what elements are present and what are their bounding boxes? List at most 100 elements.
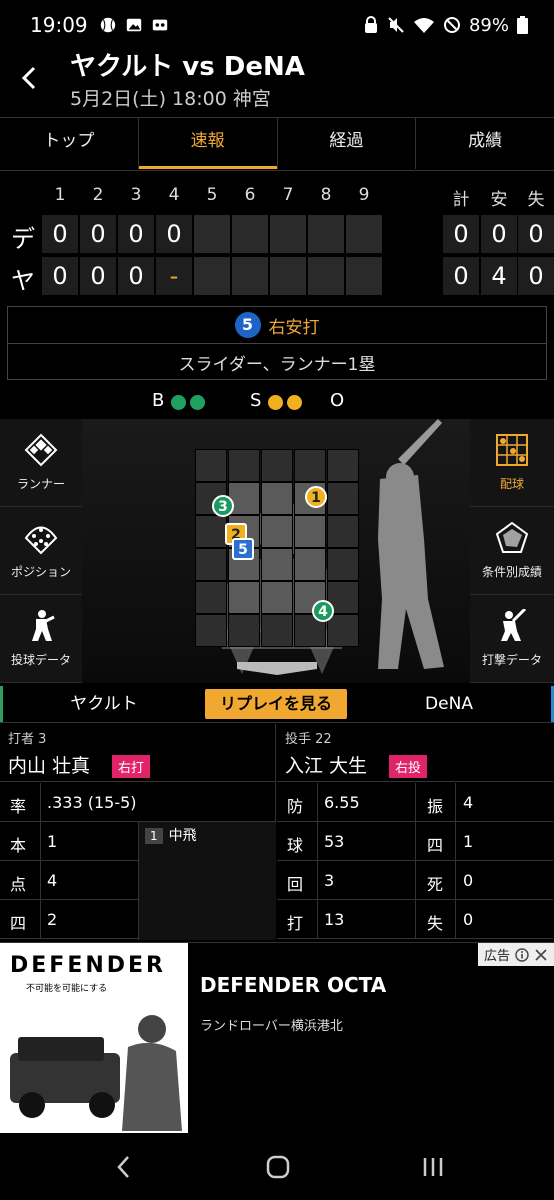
inning-header: 2: [92, 185, 104, 205]
nav-recents-icon[interactable]: [420, 1154, 446, 1180]
status-time: 19:09: [30, 13, 88, 37]
total-score: 0: [481, 215, 517, 253]
voicemail-icon: [152, 19, 167, 31]
pitcher-panel: 投手 22 入江 大生 右投 防 6.55 振 4 球 53 四 1 回 3 死 0 打 13 失 0: [277, 724, 553, 940]
stat-key: 失: [427, 914, 444, 933]
baseball-icon: [100, 17, 115, 33]
ad-label[interactable]: 広告: [477, 943, 554, 966]
pitch-marker[interactable]: 5: [232, 538, 254, 560]
pitching-data-label: 投球データ: [10, 653, 71, 667]
inning-score: [232, 257, 268, 295]
pitch-marker[interactable]: 1: [305, 486, 327, 508]
total-score: 0: [518, 257, 554, 295]
stat-value: 6.55: [324, 793, 360, 812]
replay-button[interactable]: リプレイを見る: [205, 688, 347, 719]
team-away-toggle[interactable]: DeNA: [347, 685, 554, 722]
pitcher-stat-row: 回 3 死0: [277, 861, 553, 900]
zone-cell: [294, 449, 326, 482]
pitch-marker[interactable]: 4: [312, 600, 334, 622]
zone-cell: [228, 581, 260, 614]
batter-hand-badge: 右打: [112, 755, 151, 778]
zone-cell: [195, 548, 227, 581]
zone-cell: [228, 449, 260, 482]
stat-key: 球: [287, 836, 304, 855]
mute-icon: [388, 17, 404, 33]
strike-dot: [287, 395, 302, 410]
stat-key: 防: [287, 797, 304, 816]
inning-score: [308, 215, 344, 253]
inning-score: [194, 215, 230, 253]
advertisement[interactable]: DEFENDER 不可能を可能にする DEFENDER OCTA ランドローバー…: [0, 942, 554, 1133]
pitcher-stat-row: 防 6.55 振 4: [277, 783, 553, 822]
pitcher-hand-badge: 右投: [389, 755, 428, 778]
pitch-sequence-label: 配球: [499, 477, 524, 491]
zone-cell: [294, 515, 326, 548]
batter-stat-row: 率 .333 (15-5): [0, 783, 276, 822]
team-abbrev: ヤ: [11, 267, 35, 295]
tab-top[interactable]: トップ: [0, 118, 138, 169]
pitcher-role: 投手 22: [285, 732, 332, 747]
ad-tagline: 不可能を可能にする: [26, 984, 108, 994]
zone-cell: [327, 515, 359, 548]
total-score: 4: [481, 257, 517, 295]
runner-button[interactable]: ランナー: [0, 419, 82, 507]
zone-cell: [261, 449, 293, 482]
pitch-marker[interactable]: 3: [212, 495, 234, 517]
back-arrow-icon[interactable]: [16, 64, 44, 92]
batter-silhouette: [378, 419, 444, 669]
inning-header: 6: [244, 185, 256, 205]
runner-label: ランナー: [16, 477, 65, 491]
right-menu: 配球 条件別成績 打撃データ: [470, 419, 554, 683]
stat-value: 2: [47, 910, 58, 929]
ad-image[interactable]: DEFENDER 不可能を可能にする: [0, 943, 188, 1133]
zone-cell: [294, 548, 326, 581]
zone-cell: [195, 581, 227, 614]
batting-data-label: 打撃データ: [481, 653, 542, 667]
pitch-area: ランナー ポジション 投球データ 1 2 3 4 5 配球 条件別成績 打撃デー…: [0, 419, 554, 683]
ad-close-icon[interactable]: [534, 948, 548, 962]
zone-cell: [195, 614, 227, 647]
zone-cell: [327, 482, 359, 515]
stat-value: 3: [324, 871, 335, 890]
stat-key: 振: [427, 797, 444, 816]
batting-data-button[interactable]: 打撃データ: [470, 595, 554, 683]
lock-icon: [364, 16, 377, 33]
radar-chart-icon: [495, 521, 529, 553]
tab-progress[interactable]: 経過: [276, 118, 416, 169]
zone-cell: [228, 614, 260, 647]
pitching-data-button[interactable]: 投球データ: [0, 595, 82, 683]
stat-value: 4: [47, 871, 58, 890]
position-button[interactable]: ポジション: [0, 507, 82, 595]
batter-icon: [501, 609, 527, 641]
ad-title[interactable]: DEFENDER OCTA: [200, 973, 386, 997]
pitch-grid-icon: [496, 434, 528, 466]
ad-info-icon[interactable]: [515, 947, 529, 962]
strike-zone-view: 1 2 3 4 5: [82, 419, 470, 683]
inning-score: [346, 257, 382, 295]
ad-brand: DEFENDER: [10, 953, 166, 978]
zone-cell: [327, 548, 359, 581]
zone-cell: [327, 614, 359, 647]
stat-value: 0: [463, 871, 474, 890]
batter-panel: 打者 3 内山 壮真 右打 率 .333 (15-5) 本1 点4 四2 1 中飛: [0, 724, 276, 940]
zone-cell: [195, 515, 227, 548]
nav-back-icon[interactable]: [114, 1154, 134, 1180]
split-stats-button[interactable]: 条件別成績: [470, 507, 554, 595]
team-toggle-bar: ヤクルト リプレイを見る DeNA: [0, 685, 554, 723]
inning-header: 5: [206, 185, 218, 205]
pitch-number-badge: 5: [234, 312, 261, 338]
inning-score: -: [156, 257, 192, 295]
totals-header: 安: [490, 190, 508, 210]
nav-home-icon[interactable]: [265, 1154, 291, 1180]
total-score: 0: [518, 215, 554, 253]
tab-stats[interactable]: 成績: [415, 118, 554, 169]
no-sign-icon: [443, 17, 460, 33]
wifi-icon: [413, 18, 434, 33]
inning-score: 0: [118, 215, 154, 253]
pitch-sequence-button[interactable]: 配球: [470, 419, 554, 507]
tab-live[interactable]: 速報: [137, 118, 277, 169]
batter-stat-row: 本1: [0, 822, 138, 861]
team-home-toggle[interactable]: ヤクルト: [0, 685, 205, 722]
stat-key: 回: [287, 875, 304, 894]
ad-vehicle-photo: [10, 1015, 182, 1131]
